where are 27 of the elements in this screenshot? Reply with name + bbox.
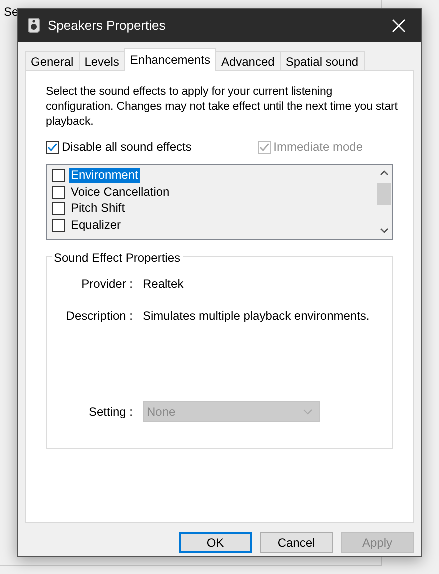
list-item[interactable]: Voice Cancellation xyxy=(69,184,172,200)
chevron-down-icon xyxy=(303,408,313,414)
checkbox[interactable] xyxy=(52,168,65,182)
tab[interactable]: Enhancements xyxy=(124,48,216,71)
close-icon xyxy=(392,18,406,32)
checkbox-label: Immediate mode xyxy=(274,139,363,156)
checkbox[interactable] xyxy=(52,186,65,199)
list-item[interactable]: Equalizer xyxy=(69,218,124,233)
list-item[interactable]: Environment xyxy=(69,168,140,183)
speaker-icon xyxy=(28,18,40,33)
checkbox[interactable] xyxy=(52,202,65,216)
setting-label: Setting : xyxy=(88,404,134,420)
list-item[interactable]: Pitch Shift xyxy=(69,201,128,216)
dialog-button[interactable]: OK xyxy=(179,532,252,553)
property-value: Realtek xyxy=(143,276,184,293)
property-value: Simulates multiple playback environments. xyxy=(143,308,370,325)
checkbox[interactable] xyxy=(52,218,65,232)
instructions-text: Select the sound effects to apply for your current listening configuration. Changes may not take effect until the next time you start playback. xyxy=(46,85,399,130)
tab[interactable]: General xyxy=(25,51,80,71)
checkbox[interactable] xyxy=(46,140,59,154)
window-title: Speakers Properties xyxy=(48,16,167,35)
property-label: Provider : xyxy=(80,276,134,293)
checkbox-label: Disable all sound effects xyxy=(62,139,192,156)
scroll-thumb[interactable] xyxy=(377,183,391,205)
tab[interactable]: Spatial sound xyxy=(280,51,365,71)
property-label: Description : xyxy=(65,308,134,325)
dialog-button[interactable]: Cancel xyxy=(260,532,333,553)
